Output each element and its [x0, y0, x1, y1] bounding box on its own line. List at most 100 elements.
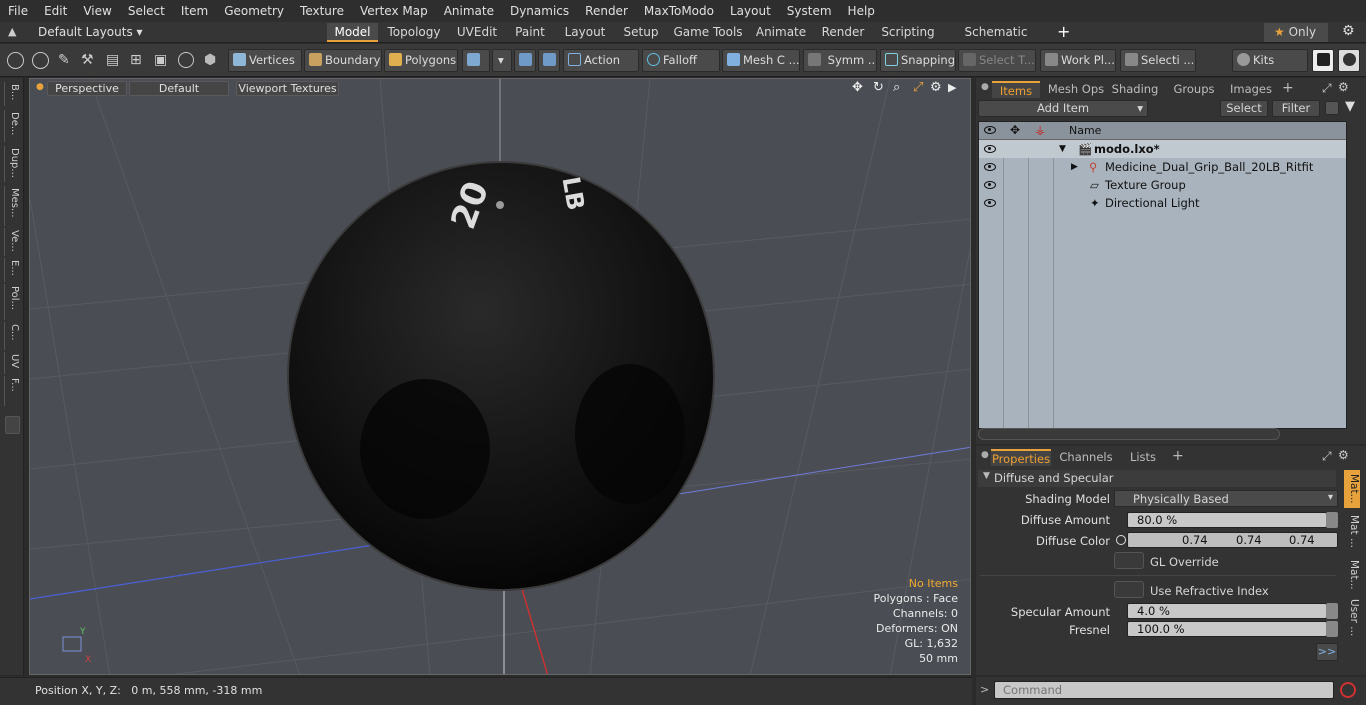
viewport-expand-icon[interactable]: ▶ — [948, 81, 956, 94]
brush-icon[interactable]: ⚒ — [81, 52, 94, 68]
shading-mode-button[interactable]: Default — [129, 81, 229, 96]
section-header[interactable]: ▼ Diffuse and Specular — [978, 470, 1336, 487]
tab-model[interactable]: Model — [327, 23, 378, 42]
diffuse-color-b[interactable]: 0.74 — [1289, 533, 1315, 547]
record-icon[interactable] — [1340, 682, 1356, 698]
items-panel-menu-dot[interactable]: ● — [981, 82, 989, 92]
left-strip-toggle[interactable] — [5, 416, 20, 434]
sym-a-button[interactable] — [514, 49, 536, 72]
left-tab-deform[interactable]: De... — [4, 110, 20, 142]
specular-slider-handle[interactable] — [1326, 603, 1338, 619]
funnel-icon[interactable]: ▼ — [1345, 99, 1355, 114]
properties-settings-icon[interactable]: ⚙ — [1338, 448, 1349, 462]
rotate-icon[interactable]: ↻ — [873, 80, 884, 95]
view-mode-button[interactable]: Perspective — [47, 81, 127, 96]
tab-channels[interactable]: Channels — [1058, 449, 1114, 466]
list-item[interactable]: ▶ ⚲ Medicine_Dual_Grip_Ball_20LB_Ritfit — [979, 158, 1346, 176]
tab-topology[interactable]: Topology — [385, 23, 443, 42]
expand-arrow-icon[interactable]: ▼ — [1059, 140, 1066, 158]
filter-button[interactable]: Filter — [1272, 100, 1320, 117]
tab-render[interactable]: Render — [816, 23, 870, 42]
list-item[interactable]: ▼ 🎬 modo.lxo* — [979, 140, 1346, 158]
unreal-button[interactable] — [1338, 49, 1360, 72]
side-tab-material-1[interactable]: Mat... — [1344, 470, 1360, 508]
tab-animate[interactable]: Animate — [753, 23, 809, 42]
menu-view[interactable]: View — [75, 0, 119, 22]
diffuse-amount-slider-handle[interactable] — [1326, 512, 1338, 528]
tab-images[interactable]: Images — [1226, 81, 1276, 98]
side-tab-material-3[interactable]: Mat... — [1344, 556, 1360, 594]
left-tab-vertex[interactable]: Ve... — [4, 228, 20, 256]
diffuse-color-g[interactable]: 0.74 — [1236, 533, 1262, 547]
boundary-button[interactable]: Boundary — [304, 49, 382, 72]
add-item-button[interactable]: Add Item ▾ — [978, 100, 1148, 117]
menu-file[interactable]: File — [0, 0, 36, 22]
frame-icon[interactable]: ▣ — [154, 52, 167, 68]
pan-icon[interactable]: ✥ — [852, 80, 863, 95]
left-tab-polygon[interactable]: Pol... — [4, 284, 20, 320]
visibility-eye-icon[interactable] — [984, 163, 996, 171]
add-properties-tab-icon[interactable]: + — [1172, 448, 1184, 464]
fresnel-field[interactable]: 100.0 % — [1127, 621, 1327, 637]
menu-render[interactable]: Render — [577, 0, 636, 22]
unity-button[interactable] — [1312, 49, 1334, 72]
zoom-icon[interactable]: ⌕ — [893, 80, 900, 95]
menu-dynamics[interactable]: Dynamics — [502, 0, 577, 22]
tab-game-tools[interactable]: Game Tools — [673, 23, 743, 42]
action-center-button[interactable]: Action — [563, 49, 639, 72]
only-toggle[interactable]: ★ Only — [1264, 23, 1328, 42]
visibility-eye-icon[interactable] — [984, 181, 996, 189]
name-column-header[interactable]: Name — [1069, 124, 1101, 137]
visibility-eye-icon[interactable] — [984, 199, 996, 207]
left-tab-edge[interactable]: E... — [4, 258, 20, 282]
left-tab-basic[interactable]: B... — [4, 82, 20, 106]
layers-icon[interactable]: ▤ — [106, 52, 119, 68]
menu-animate[interactable]: Animate — [436, 0, 502, 22]
more-button[interactable]: >> — [1316, 643, 1338, 661]
tab-setup[interactable]: Setup — [618, 23, 664, 42]
shading-model-select[interactable]: Physically Based ▾ — [1114, 490, 1338, 507]
pie-icon[interactable] — [178, 52, 194, 68]
vertices-button[interactable]: Vertices — [228, 49, 302, 72]
collapse-icon[interactable]: ▲ — [8, 25, 16, 38]
viewport-settings-icon[interactable]: ⚙ — [930, 80, 942, 95]
left-tab-fusion[interactable]: F... — [4, 376, 20, 406]
viewport-menu-dot[interactable]: ● — [36, 82, 44, 92]
fresnel-slider-handle[interactable] — [1326, 621, 1338, 637]
tab-mesh-ops[interactable]: Mesh Ops — [1047, 81, 1105, 98]
specular-amount-field[interactable]: 4.0 % — [1127, 603, 1327, 619]
left-tab-mesh[interactable]: Mes... — [4, 186, 20, 226]
symmetry-button[interactable]: Symm ... — [803, 49, 877, 72]
3d-viewport[interactable]: 20 LB Y X ● Perspective Default Viewport… — [29, 78, 971, 675]
layout-selector[interactable]: Default Layouts ▾ — [38, 25, 143, 39]
menu-item[interactable]: Item — [173, 0, 216, 22]
tab-layout[interactable]: Layout — [560, 23, 610, 42]
tab-lists[interactable]: Lists — [1124, 449, 1162, 466]
command-input[interactable] — [994, 681, 1334, 699]
polygons-button[interactable]: Polygons — [384, 49, 458, 72]
side-tab-material-2[interactable]: Mat ... — [1344, 512, 1360, 550]
menu-select[interactable]: Select — [120, 0, 173, 22]
diffuse-color-r[interactable]: 0.74 — [1182, 533, 1208, 547]
properties-menu-dot[interactable]: ● — [981, 450, 989, 460]
add-panel-tab-icon[interactable]: + — [1282, 80, 1294, 96]
menu-texture[interactable]: Texture — [292, 0, 352, 22]
diffuse-amount-field[interactable]: 80.0 % — [1127, 512, 1327, 528]
list-item[interactable]: ✦ Directional Light — [979, 194, 1346, 212]
visibility-eye-icon[interactable] — [984, 145, 996, 153]
tab-groups[interactable]: Groups — [1166, 81, 1222, 98]
menu-geometry[interactable]: Geometry — [216, 0, 292, 22]
panel-settings-icon[interactable]: ⚙ — [1338, 80, 1349, 94]
item-mode-button[interactable] — [462, 49, 490, 72]
menu-vertex-map[interactable]: Vertex Map — [352, 0, 436, 22]
kits-button[interactable]: Kits — [1232, 49, 1308, 72]
globe-icon[interactable] — [32, 52, 49, 69]
sym-b-button[interactable] — [538, 49, 560, 72]
cube-icon[interactable]: ⬢ — [204, 52, 216, 68]
work-plane-button[interactable]: Work Pl... — [1040, 49, 1116, 72]
select-through-button[interactable]: Select T... — [958, 49, 1036, 72]
tab-scripting[interactable]: Scripting — [878, 23, 938, 42]
tab-schematic-fusion[interactable]: Schematic Fusion — [947, 23, 1045, 58]
maximize-icon[interactable]: ⤢ — [913, 80, 923, 95]
left-tab-uv[interactable]: UV — [4, 352, 20, 374]
